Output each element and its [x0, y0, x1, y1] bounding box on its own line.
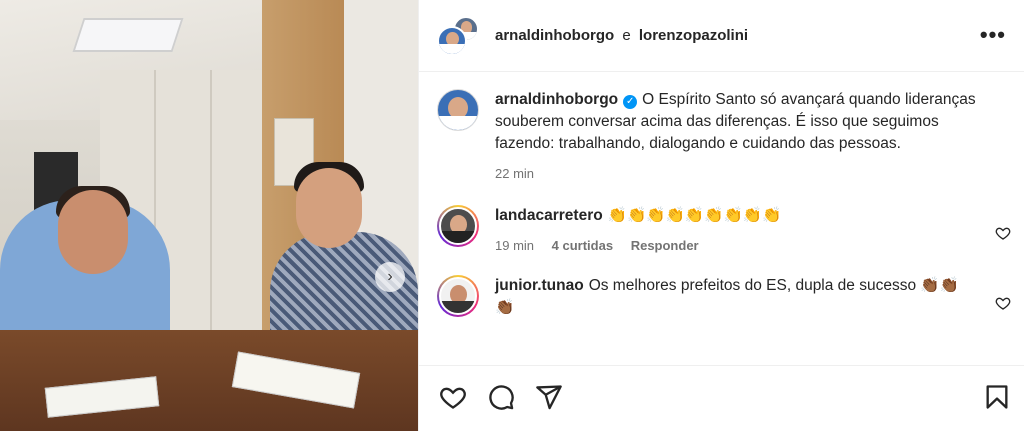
- comment-body: junior.tunao Os melhores prefeitos do ES,…: [495, 275, 1007, 319]
- caption-row: arnaldinhoborgo ✓ O Espírito Santo só avan…: [419, 73, 1024, 185]
- comment-username[interactable]: landacarretero: [495, 207, 603, 224]
- post-side-panel: arnaldinhoborgo e lorenzopazolini ••• ar…: [418, 0, 1024, 431]
- comment-avatar[interactable]: [437, 275, 479, 317]
- comment-row: junior.tunao Os melhores prefeitos do ES,…: [419, 275, 1024, 319]
- comment-row: landacarretero 👏👏👏👏👏👏👏👏👏 19 min 4 curtida…: [419, 205, 1024, 257]
- comment-text: 👏👏👏👏👏👏👏👏👏: [607, 207, 782, 224]
- avatar-image: [439, 277, 477, 315]
- chevron-right-icon: ›: [387, 268, 393, 285]
- comment-meta: 19 min 4 curtidas Responder: [495, 235, 977, 257]
- photo-person-left-head: [58, 190, 128, 274]
- photo-ceiling-lamp: [72, 18, 184, 52]
- avatar-shirt: [438, 116, 478, 130]
- comment-like-icon[interactable]: [995, 225, 1011, 241]
- photo-person-right-head: [296, 168, 362, 248]
- comment-avatar[interactable]: [437, 205, 479, 247]
- post-authors: arnaldinhoborgo e lorenzopazolini: [495, 27, 748, 44]
- avatar-image: [437, 89, 479, 131]
- author-conjunction: e: [622, 27, 631, 44]
- author-link-1[interactable]: arnaldinhoborgo: [495, 27, 614, 44]
- more-options-button[interactable]: •••: [980, 22, 1006, 48]
- comment-body: landacarretero 👏👏👏👏👏👏👏👏👏 19 min 4 curtida…: [495, 205, 1007, 257]
- avatar-image: [439, 207, 477, 245]
- carousel-next-button[interactable]: ›: [375, 262, 405, 292]
- heart-icon[interactable]: [439, 383, 467, 411]
- comment-username[interactable]: junior.tunao: [495, 277, 584, 294]
- caption-meta: 22 min: [495, 163, 977, 185]
- send-icon[interactable]: [535, 383, 563, 411]
- post-photo: ›: [0, 0, 418, 431]
- avatar-shirt: [441, 301, 475, 313]
- avatar-shirt: [441, 231, 475, 243]
- comment-icon[interactable]: [487, 383, 515, 411]
- post-header: arnaldinhoborgo e lorenzopazolini •••: [419, 0, 1024, 72]
- caption-username[interactable]: arnaldinhoborgo: [495, 91, 618, 108]
- collab-avatars[interactable]: [437, 15, 481, 56]
- more-horizontal-icon: •••: [979, 22, 1006, 47]
- caption-time[interactable]: 22 min: [495, 166, 534, 181]
- comment-like-icon[interactable]: [995, 295, 1011, 311]
- avatar-arnaldinhoborgo[interactable]: [437, 25, 467, 56]
- verified-badge-icon: ✓: [623, 95, 638, 109]
- caption-body: arnaldinhoborgo ✓ O Espírito Santo só avan…: [495, 89, 1007, 185]
- caption-avatar[interactable]: [437, 89, 479, 131]
- comment-time[interactable]: 19 min: [495, 238, 534, 253]
- bookmark-icon[interactable]: [983, 383, 1011, 411]
- action-bar: [419, 365, 1024, 431]
- comments-list[interactable]: arnaldinhoborgo ✓ O Espírito Santo só avan…: [419, 73, 1024, 365]
- comment-likes[interactable]: 4 curtidas: [552, 238, 613, 253]
- reply-button[interactable]: Responder: [631, 238, 699, 253]
- author-link-2[interactable]: lorenzopazolini: [639, 27, 748, 44]
- avatar-shirt: [439, 44, 465, 54]
